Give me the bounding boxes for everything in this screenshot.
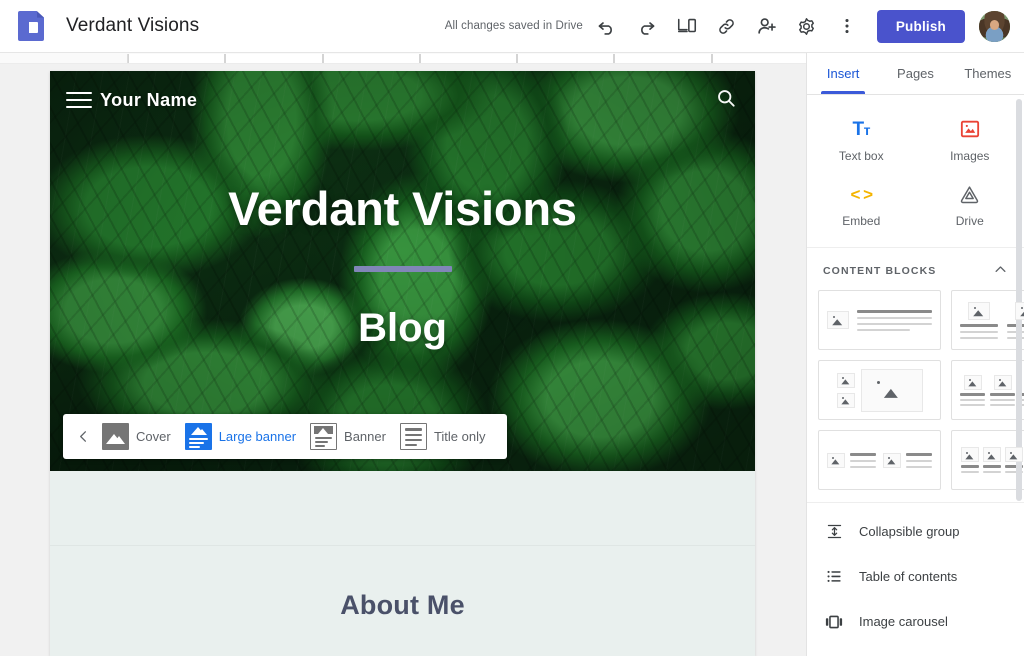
image-placeholder-icon [982,447,1001,462]
insert-table-of-contents[interactable]: Table of contents [807,554,1024,599]
google-sites-icon [18,11,44,41]
image-placeholder-icon [827,311,849,329]
insert-item-label: Embed [842,214,881,228]
site-title[interactable]: Verdant Visions [66,15,199,37]
chevron-up-icon[interactable] [993,262,1008,280]
cover-thumb-icon [102,423,129,450]
insert-list-label: Table of contents [859,569,958,584]
insert-image-carousel[interactable]: Image carousel [807,599,1024,644]
section-heading-about-me[interactable]: About Me [340,590,465,621]
text-box-icon: Tт [852,118,871,140]
hero-divider [353,265,452,272]
title-only-thumb-icon [399,423,427,450]
site-nav-name[interactable]: Your Name [100,90,197,111]
hero-text-block: Verdant Visions Blog [50,183,755,351]
header-actions [587,6,867,46]
image-placeholder-icon [860,368,923,412]
sidebar-insert-list: Collapsible group Table of contents Imag… [807,502,1024,648]
undo-icon[interactable] [587,6,627,46]
content-block-three-images-with-captions[interactable] [951,360,1024,420]
image-placeholder-icon [993,374,1012,390]
banner-option-banner[interactable]: Banner [305,419,395,455]
sidebar-scrollbar[interactable] [1016,99,1022,501]
banner-option-title-only[interactable]: Title only [395,419,495,455]
hero-banner[interactable]: Your Name Verdant Visions Blog Cover Lar… [50,71,755,471]
insert-item-label: Text box [838,149,884,163]
content-blocks-header[interactable]: CONTENT BLOCKS [807,247,1024,290]
images-icon [960,118,980,140]
banner-option-label: Title only [433,429,486,444]
content-block-two-inline-image-text-pairs[interactable] [818,430,941,490]
banner-thumb-icon [310,423,338,450]
tab-themes[interactable]: Themes [952,53,1024,94]
content-block-two-images-with-captions[interactable] [951,290,1024,350]
save-status-text: All changes saved in Drive [444,20,583,32]
embed-code-icon: < > [850,184,873,204]
site-navigation-bar: Your Name [50,71,755,129]
image-placeholder-icon [836,392,855,408]
insert-collapsible-group[interactable]: Collapsible group [807,509,1024,554]
insert-list-label: Collapsible group [859,524,960,539]
chevron-left-icon[interactable] [69,419,97,455]
image-placeholder-icon [968,301,990,320]
hero-title[interactable]: Verdant Visions [50,183,755,235]
redo-icon[interactable] [627,6,667,46]
content-blocks-grid [807,290,1024,502]
content-block-four-images-with-captions[interactable] [951,430,1024,490]
insert-item-label: Images [950,149,990,163]
insert-sidebar: Insert Pages Themes Tт Text box Images <… [806,53,1024,656]
content-blocks-title: CONTENT BLOCKS [823,265,937,277]
add-person-icon[interactable] [747,6,787,46]
large-banner-thumb-icon [184,423,212,450]
insert-quick-items: Tт Text box Images < > Embed Drive [807,95,1024,247]
image-placeholder-icon [836,372,855,388]
banner-option-label: Cover [136,429,171,444]
app-header: Verdant Visions All changes saved in Dri… [0,0,1024,53]
page-section-about[interactable]: About Me [50,545,755,656]
insert-item-label: Drive [955,214,984,228]
insert-drive[interactable]: Drive [916,174,1024,239]
tab-pages[interactable]: Pages [879,53,951,94]
site-canvas: Your Name Verdant Visions Blog Cover Lar… [0,53,806,656]
tab-insert[interactable]: Insert [807,53,879,94]
sidebar-tabs: Insert Pages Themes [807,53,1024,95]
image-placeholder-icon [963,374,982,390]
banner-type-picker: Cover Large banner Banner Title only [63,414,507,459]
banner-option-large-banner[interactable]: Large banner [180,419,305,455]
image-placeholder-icon [1004,447,1023,462]
banner-option-label: Banner [344,429,386,444]
hamburger-icon[interactable] [66,87,92,113]
insert-images[interactable]: Images [916,109,1024,174]
google-sites-editor: Verdant Visions All changes saved in Dri… [0,0,1024,656]
banner-option-label: Large banner [218,429,297,444]
link-icon[interactable] [707,6,747,46]
collapsible-group-icon [824,523,844,540]
image-placeholder-icon [960,447,979,462]
content-block-two-small-images-one-large[interactable] [818,360,941,420]
hero-subtitle[interactable]: Blog [50,306,755,351]
preview-icon[interactable] [667,6,707,46]
google-drive-icon [959,183,980,205]
insert-text-box[interactable]: Tт Text box [807,109,916,174]
sidebar-scroll-area: Tт Text box Images < > Embed Drive CONTE… [807,95,1024,656]
more-vert-icon[interactable] [827,6,867,46]
gear-icon[interactable] [787,6,827,46]
image-placeholder-icon [883,452,901,468]
avatar[interactable] [979,10,1010,42]
publish-button[interactable]: Publish [876,9,965,43]
insert-list-label: Image carousel [859,614,948,629]
image-placeholder-icon [827,452,845,468]
page-preview: Your Name Verdant Visions Blog Cover Lar… [50,71,755,656]
ruler-track [127,54,806,63]
search-icon[interactable] [715,87,737,114]
page-section-empty[interactable] [50,471,755,545]
table-of-contents-icon [824,568,844,585]
banner-option-cover[interactable]: Cover [97,419,180,455]
image-placeholder-icon [1015,301,1024,320]
column-ruler [0,53,806,64]
insert-embed[interactable]: < > Embed [807,174,916,239]
content-block-image-left-text-right[interactable] [818,290,941,350]
image-carousel-icon [824,613,844,631]
editor-body: Your Name Verdant Visions Blog Cover Lar… [0,53,1024,656]
